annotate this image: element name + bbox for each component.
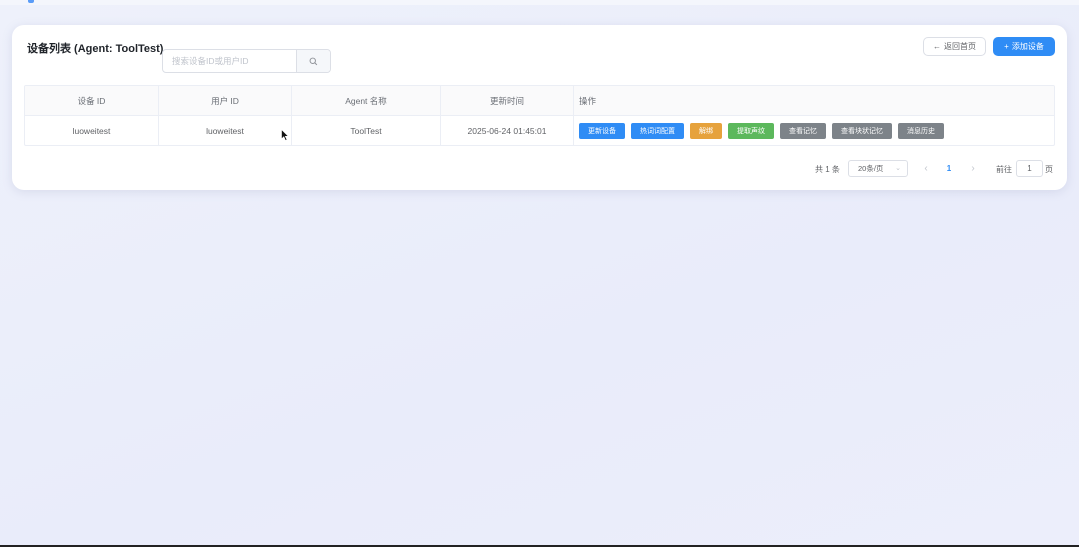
device-list-card: 设备列表 (Agent: ToolTest) ← 返回首页 + 添加设备 设备 … <box>12 25 1067 190</box>
back-home-button[interactable]: ← 返回首页 <box>923 37 986 56</box>
unbind-button[interactable]: 解绑 <box>690 123 722 139</box>
prev-page-button[interactable]: ‹ <box>917 160 935 177</box>
search-input[interactable] <box>163 50 297 72</box>
message-history-button[interactable]: 消息历史 <box>898 123 944 139</box>
chevron-down-icon: ⌄ <box>895 165 901 172</box>
col-header-user-id: 用户 ID <box>159 86 292 115</box>
plus-icon: + <box>1004 42 1009 51</box>
col-header-agent-name: Agent 名称 <box>292 86 441 115</box>
hotword-config-button[interactable]: 热词词配置 <box>631 123 684 139</box>
back-home-label: 返回首页 <box>944 42 976 51</box>
goto-label: 前往 <box>996 165 1012 174</box>
view-memory-button[interactable]: 查看记忆 <box>780 123 826 139</box>
search-button[interactable] <box>296 50 330 72</box>
pagination-total: 共 1 条 <box>815 165 840 174</box>
view-block-memory-button[interactable]: 查看块状记忆 <box>832 123 892 139</box>
cell-actions: 更新设备 热词词配置 解绑 提取声纹 查看记忆 查看块状记忆 消息历史 <box>574 116 1054 145</box>
page-title: 设备列表 (Agent: ToolTest) <box>27 43 164 55</box>
page-size-select[interactable]: 20条/页 ⌄ <box>848 160 908 177</box>
table-header: 设备 ID 用户 ID Agent 名称 更新时间 操作 <box>25 86 1054 116</box>
add-device-button[interactable]: + 添加设备 <box>993 37 1055 56</box>
action-buttons: 更新设备 热词词配置 解绑 提取声纹 查看记忆 查看块状记忆 消息历史 <box>579 123 944 139</box>
cell-agent-name: ToolTest <box>292 116 441 145</box>
goto-suffix: 页 <box>1045 165 1053 174</box>
page-size-value: 20条/页 <box>858 164 884 173</box>
col-header-updated-at: 更新时间 <box>441 86 574 115</box>
chevron-left-icon: ‹ <box>924 163 928 174</box>
chevron-right-icon: › <box>971 163 975 174</box>
col-header-actions: 操作 <box>579 95 597 106</box>
cell-updated-at: 2025-06-24 01:45:01 <box>441 116 574 145</box>
page-number-current[interactable]: 1 <box>940 160 958 177</box>
top-strip <box>0 0 1079 5</box>
mouse-cursor-icon <box>281 129 289 141</box>
search-icon <box>309 57 318 65</box>
top-indicator <box>28 0 34 3</box>
extract-voiceprint-button[interactable]: 提取声纹 <box>728 123 774 139</box>
device-table: 设备 ID 用户 ID Agent 名称 更新时间 操作 luoweitest … <box>24 85 1055 146</box>
update-device-button[interactable]: 更新设备 <box>579 123 625 139</box>
table-row: luoweitest luoweitest ToolTest 2025-06-2… <box>25 116 1054 145</box>
search-box <box>162 49 331 73</box>
add-device-label: 添加设备 <box>1011 42 1044 51</box>
cell-user-id: luoweitest <box>159 116 292 145</box>
next-page-button[interactable]: › <box>964 160 982 177</box>
cell-device-id: luoweitest <box>25 116 159 145</box>
goto-page-input[interactable] <box>1016 160 1043 177</box>
col-header-device-id: 设备 ID <box>25 86 159 115</box>
arrow-left-icon: ← <box>933 42 941 51</box>
